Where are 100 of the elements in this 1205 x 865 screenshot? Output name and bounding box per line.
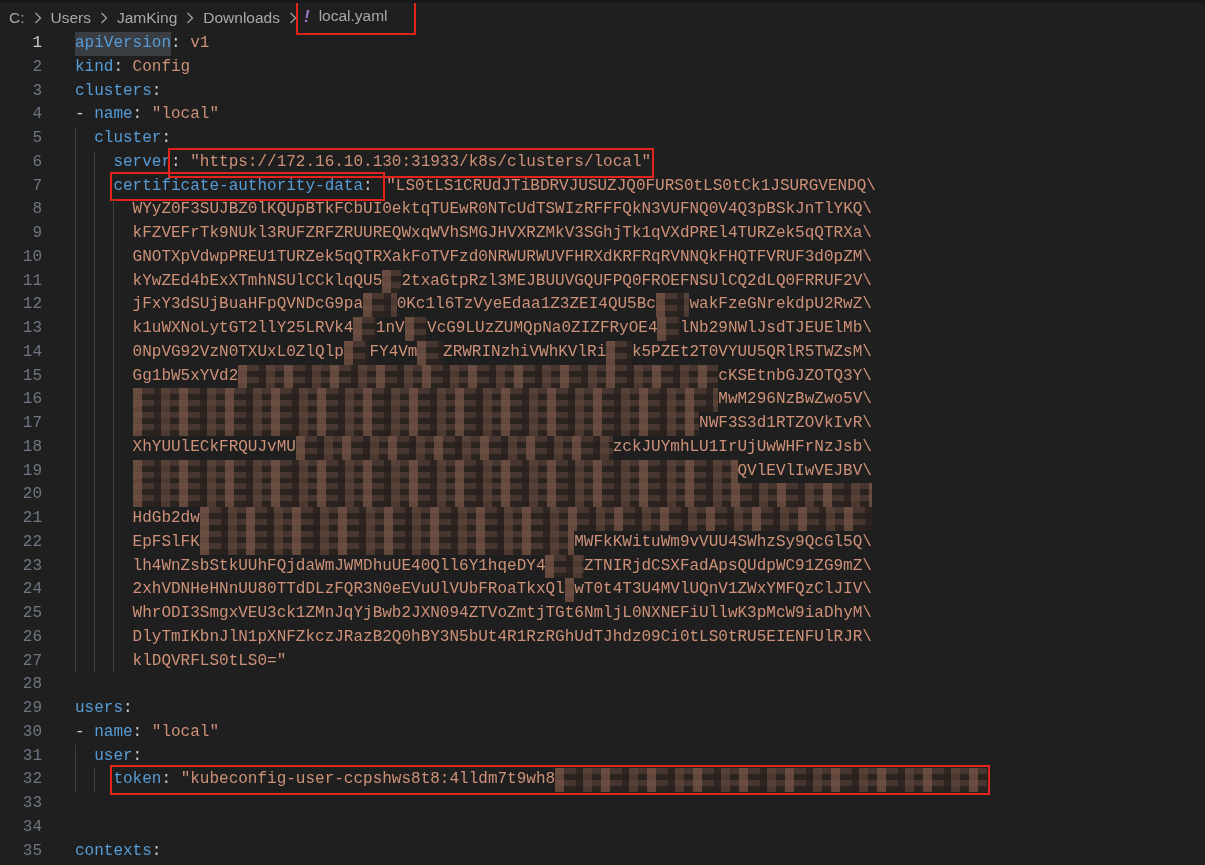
line-number: 14 (21, 341, 42, 363)
yaml-string: kYwZEd4bExXTmhNSUlCCklqQU5 (132, 270, 383, 292)
yaml-string: 0Kc1l6TzVyeEdaa1Z3ZEI4QU5Bc (396, 294, 656, 316)
line-number: 1 (31, 33, 42, 54)
line-number: 17 (21, 413, 42, 434)
yaml-string: QVlEVlIwVEJBV\ (737, 460, 872, 482)
yaml-string: jFxY3dSUjBuaHFpQVNDcG9pa (132, 294, 364, 316)
breadcrumb-item[interactable]: Users (50, 8, 91, 27)
yaml-punctuation: : (171, 151, 182, 173)
yaml-punctuation: : (132, 104, 144, 126)
yaml-string: kFZVEFrTk9NUkl3RUFZRFZRUUREQWxqWVhSMGJHVXRZMkV3SGhjTk1qVXdPREl4TURZek5qQTRXa\ (132, 223, 872, 244)
yaml-string: WYyZ0F3SUJBZ0lKQUpBTkFCbUI0ektqTUEwR0NTcUdTSWIzRFFFQkN3VUFNQ0V4Q3pBSkJnTlYKQ\ (132, 199, 872, 221)
line-number: 34 (21, 816, 42, 838)
breadcrumb-item[interactable]: C: (9, 8, 25, 27)
redaction-mosaic (404, 317, 428, 341)
line-number: 8 (31, 199, 42, 221)
yaml-string: "local" (151, 104, 220, 126)
yaml-string: v1 (190, 33, 210, 54)
line-number: 26 (21, 626, 42, 648)
yaml-string: wT0t4T3U4MVlUQnV1ZWxYMFQzClJIV\ (574, 579, 872, 601)
yaml-string: lh4WnZsbStkUUhFQjdaWmJWMDhuUE40Qll6Y1hqeDY4 (132, 555, 546, 577)
yaml-string: XhYUUlECkFRQUJvMU (132, 436, 296, 458)
line-number: 35 (21, 840, 42, 862)
line-number: 22 (21, 531, 42, 553)
yaml-punctuation: : (123, 698, 133, 719)
yaml-string: HdGb2dw (132, 508, 200, 529)
yaml-key: name (94, 103, 133, 127)
yaml-punctuation: : (132, 721, 144, 743)
yaml-punctuation: : (161, 128, 172, 149)
yaml-punctuation: : (161, 769, 173, 791)
yaml-key: contexts (75, 839, 152, 864)
line-number: 29 (21, 698, 42, 719)
line-number: 19 (21, 460, 42, 482)
line-number: 11 (21, 270, 42, 292)
breadcrumb-item[interactable]: local.yaml (318, 6, 388, 27)
yaml-string: "local" (151, 721, 220, 743)
yaml-string: GNOTXpVdwpPREU1TURZek5qQTRXakFoTVFzd0NRWURWUVFHRXdKRFRqRVNNQkFHQTFVRUF3d0pZM\ (132, 246, 872, 268)
yaml-key: token (113, 768, 162, 792)
yaml-string: NWF3S3d1RTZOVkIvR\ (699, 413, 872, 434)
line-number: 21 (21, 508, 42, 529)
line-number: 7 (31, 175, 42, 197)
yaml-key: name (94, 720, 133, 745)
yaml-string: "https://172.16.10.130:31933/k8s/clusters/local" (190, 151, 652, 173)
chevron-icon (33, 11, 42, 24)
chevron-icon (186, 11, 195, 24)
line-number: 18 (21, 436, 42, 458)
line-number: 2 (31, 56, 42, 78)
yaml-key: apiVersion (75, 32, 171, 56)
yaml-punctuation: : (113, 56, 124, 78)
yaml-key: user (94, 744, 133, 769)
line-number: 33 (21, 793, 42, 814)
yaml-string: k5PZEt2T0VYUU5QRlR5TWZsM\ (631, 341, 872, 363)
breadcrumb-item[interactable]: Downloads (203, 8, 280, 27)
list-dash: - (75, 721, 86, 743)
yaml-punctuation: : (151, 80, 162, 102)
line-number: 28 (21, 674, 42, 696)
line-number: 24 (21, 579, 42, 601)
yaml-key: users (75, 697, 123, 721)
yaml-string: VcG9LUzZUMQpNa0ZIZFRyOE4 (427, 318, 658, 339)
yaml-string: klDQVRFLS0tLS0=" (132, 650, 287, 672)
yaml-key: certificate-authority-data (113, 174, 364, 199)
yaml-key: kind (75, 55, 114, 80)
line-number: 32 (21, 769, 42, 791)
yaml-string: MwM296NzBwZwo5V\ (718, 389, 872, 411)
yaml-string: "kubeconfig-user-ccpshws8t8:4lldm7t9wh8 (180, 769, 556, 791)
yaml-string: 0NpVG92VzN0TXUxL0ZlQlp (132, 341, 344, 363)
yaml-string: wakFzeGNrekdpU2RwZ\ (689, 294, 872, 316)
line-number: 13 (21, 318, 42, 339)
line-number: 5 (31, 128, 42, 149)
yaml-key: server (113, 150, 171, 175)
yaml-string: lNb29NWlJsdTJEUElMb\ (679, 318, 872, 339)
line-number: 27 (21, 650, 42, 672)
yaml-string: 2xhVDNHeHNnUU80TTdDLzFQR3N0eEVuUlVUbFRoaTkxQl (132, 579, 565, 601)
chevron-icon (289, 11, 297, 24)
yaml-string: WhrODI3SmgxVEU3ck1ZMnJqYjBwb2JXN094ZTVoZmtjTGt6NmljL0NXNEFiUllwK3pMcW9iaDhyM\ (132, 603, 872, 624)
breadcrumb-item[interactable]: JamKing (117, 8, 178, 27)
line-number: 3 (31, 80, 42, 102)
yaml-string: Gg1bW5xYVd2 (132, 365, 239, 387)
yaml-string: FY4Vm (369, 341, 418, 363)
line-number: 6 (31, 151, 42, 173)
yaml-string: Config (132, 56, 191, 78)
yaml-key: cluster (94, 127, 162, 151)
line-number: 20 (21, 484, 42, 506)
line-number: 30 (21, 721, 42, 743)
line-number: 16 (21, 389, 42, 411)
yaml-string: "LS0tLS1CRUdJTiBDRVJUSUZJQ0FURS0tLS0tCk1JSURGVENDQ\ (386, 175, 876, 197)
list-dash: - (75, 104, 86, 126)
line-number: 25 (21, 603, 42, 624)
yaml-string: DlyTmIKbnJlN1pXNFZkczJRazB2Q0hBY3N5bUt4R1RzRGhUdTJhdz09Ci0tLS0tRU5EIENFUlRJR\ (132, 626, 872, 648)
yaml-string: MWFkKWituWm9vVUU4SWhzSy9QcGl5Q\ (574, 531, 872, 553)
yaml-string: ZTNIRjdCSXFadApsQUdpWC91ZG9mZ\ (583, 555, 872, 577)
yaml-punctuation: : (132, 745, 143, 767)
yaml-file-icon: ! (304, 6, 310, 27)
yaml-string: 1nV (375, 318, 405, 339)
line-number: 12 (21, 294, 42, 316)
yaml-string: cKSEtnbGJZOTQ3Y\ (718, 365, 872, 387)
yaml-string: k1uWXNoLytGT2llY25LRVk4 (132, 318, 354, 339)
line-number: 23 (21, 555, 42, 577)
yaml-string: 2txaGtpRzl3MEJBUUVGQUFPQ0FROEFNSUlCQ2dLQ0FRRUF2V\ (401, 270, 872, 292)
yaml-key: clusters (75, 79, 152, 104)
